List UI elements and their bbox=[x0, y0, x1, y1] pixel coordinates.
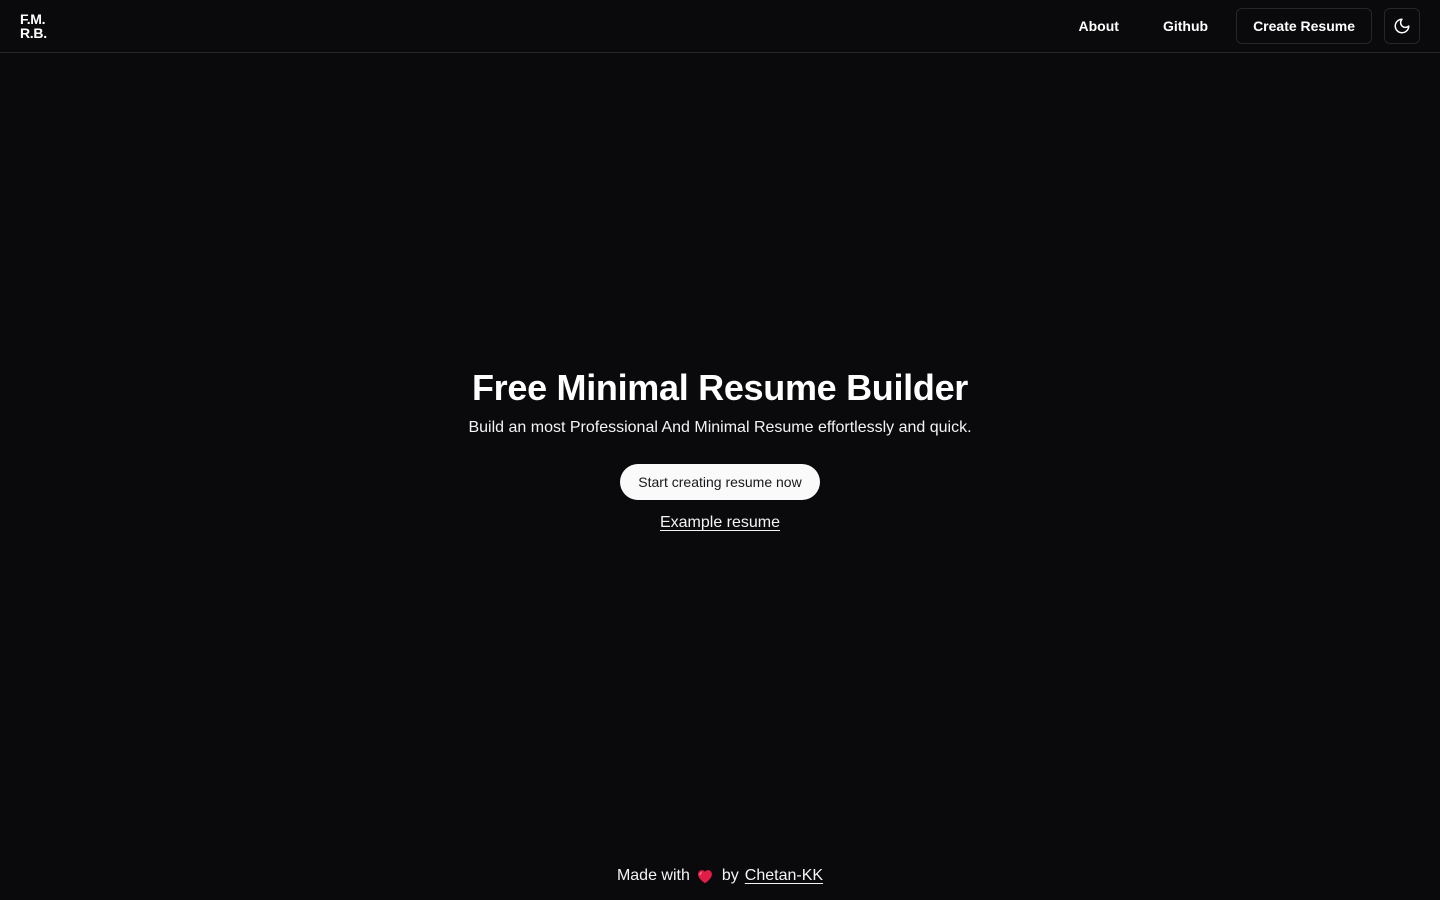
moon-icon bbox=[1394, 18, 1410, 34]
nav-link-about[interactable]: About bbox=[1063, 8, 1135, 44]
hero-section: Free Minimal Resume Builder Build an mos… bbox=[0, 364, 1440, 532]
hero-subtitle: Build an most Professional And Minimal R… bbox=[468, 419, 972, 436]
top-navbar: F.M. R.B. About Github Create Resume bbox=[0, 0, 1440, 53]
heart-icon bbox=[696, 868, 714, 884]
logo-line-1: F.M. bbox=[20, 11, 46, 27]
start-creating-resume-button[interactable]: Start creating resume now bbox=[620, 464, 820, 500]
footer-made-with: Made with bbox=[616, 867, 690, 884]
nav-menu: About Github Create Resume bbox=[1063, 8, 1420, 44]
create-resume-button[interactable]: Create Resume bbox=[1236, 8, 1372, 44]
hero-title: Free Minimal Resume Builder bbox=[471, 367, 969, 408]
footer: Made with by Chetan-KK bbox=[0, 862, 1440, 890]
logo[interactable]: F.M. R.B. bbox=[20, 12, 47, 40]
theme-toggle-button[interactable] bbox=[1384, 8, 1420, 44]
page: F.M. R.B. About Github Create Resume Fre… bbox=[0, 0, 1440, 900]
example-resume-link[interactable]: Example resume bbox=[660, 514, 780, 532]
logo-line-2: R.B. bbox=[20, 25, 47, 41]
nav-link-github[interactable]: Github bbox=[1147, 8, 1224, 44]
footer-by: by bbox=[721, 867, 739, 884]
author-link[interactable]: Chetan-KK bbox=[745, 867, 823, 885]
